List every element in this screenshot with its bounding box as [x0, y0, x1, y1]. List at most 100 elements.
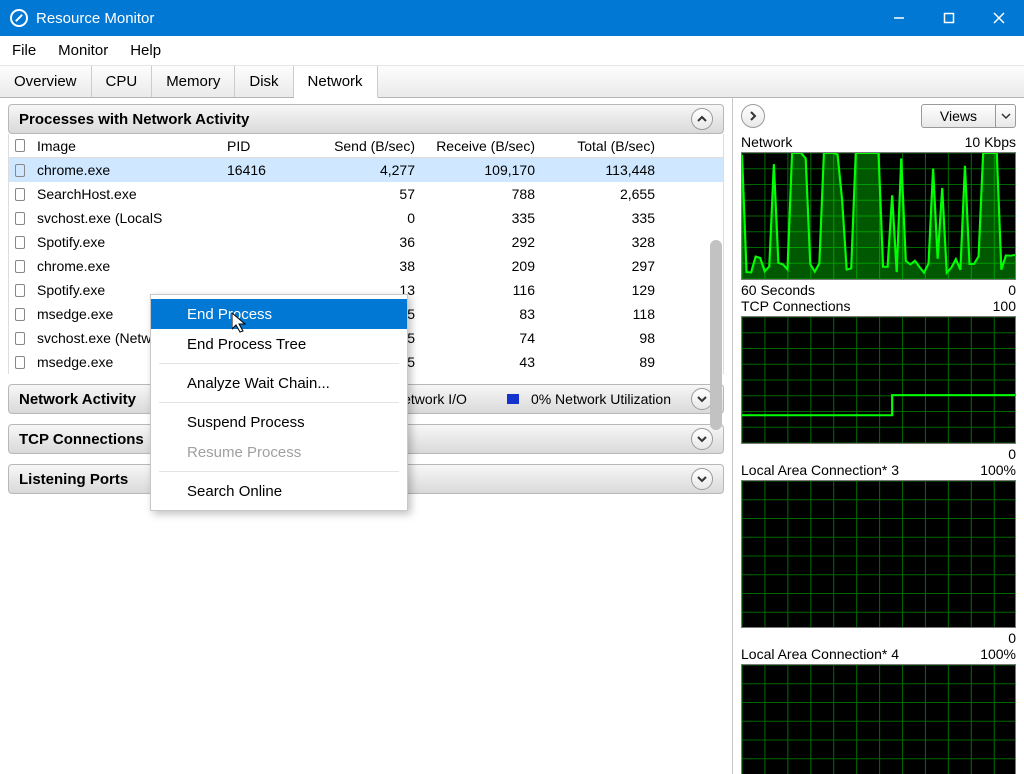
views-dropdown[interactable]: Views	[921, 104, 1016, 128]
tab-disk[interactable]: Disk	[235, 66, 293, 97]
cell-send: 36	[301, 234, 421, 250]
collapse-icon[interactable]	[691, 108, 713, 130]
cell-total: 118	[541, 306, 661, 322]
menu-item[interactable]: End Process	[151, 299, 407, 329]
row-checkbox[interactable]	[9, 236, 31, 249]
vertical-scrollbar[interactable]	[708, 140, 724, 480]
tab-memory[interactable]: Memory	[152, 66, 235, 97]
table-row[interactable]: SearchHost.exe577882,655	[9, 182, 723, 206]
context-menu: End ProcessEnd Process Tree Analyze Wait …	[150, 294, 408, 511]
cell-recv: 335	[421, 210, 541, 226]
views-toolbar: Views	[741, 104, 1016, 128]
menu-monitor[interactable]: Monitor	[58, 42, 108, 59]
cell-pid: 16416	[221, 162, 301, 178]
menu-file[interactable]: File	[12, 42, 36, 59]
titlebar: Resource Monitor	[0, 0, 1024, 36]
legend2-color	[507, 394, 519, 404]
cell-send: 57	[301, 186, 421, 202]
cell-image: chrome.exe	[31, 162, 221, 178]
row-checkbox[interactable]	[9, 188, 31, 201]
chart-block: TCP Connections100 0	[741, 298, 1016, 462]
row-checkbox[interactable]	[9, 260, 31, 273]
tab-cpu[interactable]: CPU	[92, 66, 153, 97]
minimize-button[interactable]	[874, 0, 924, 36]
header-checkbox[interactable]	[9, 139, 31, 152]
row-checkbox[interactable]	[9, 164, 31, 177]
cell-total: 98	[541, 330, 661, 346]
menu-item[interactable]: Suspend Process	[151, 407, 407, 437]
chart-title: Local Area Connection* 3	[741, 462, 980, 478]
table-row[interactable]: svchost.exe (LocalS0335335	[9, 206, 723, 230]
right-pane: Views Network10 Kbps60 Seconds0TCP Conne…	[732, 98, 1024, 774]
col-send[interactable]: Send (B/sec)	[301, 138, 421, 154]
menu-help[interactable]: Help	[130, 42, 161, 59]
table-row[interactable]: chrome.exe164164,277109,170113,448	[9, 158, 723, 182]
chevron-right-button[interactable]	[741, 104, 765, 128]
cell-total: 335	[541, 210, 661, 226]
chevron-down-icon	[995, 105, 1015, 127]
views-label: Views	[922, 108, 995, 124]
menu-item[interactable]: Analyze Wait Chain...	[151, 368, 407, 398]
cell-image: chrome.exe	[31, 258, 221, 274]
chart-canvas	[741, 152, 1016, 280]
chart-block: Network10 Kbps60 Seconds0	[741, 134, 1016, 298]
tab-overview[interactable]: Overview	[0, 66, 92, 97]
col-image[interactable]: Image	[31, 138, 221, 154]
network-activity-title: Network Activity	[19, 391, 136, 408]
scrollbar-thumb[interactable]	[710, 240, 722, 430]
app-icon	[10, 9, 28, 27]
table-row[interactable]: Spotify.exe 36292328	[9, 230, 723, 254]
cell-total: 89	[541, 354, 661, 370]
processes-header[interactable]: Processes with Network Activity	[8, 104, 724, 134]
cell-image: SearchHost.exe	[31, 186, 221, 202]
row-checkbox[interactable]	[9, 284, 31, 297]
cell-image: svchost.exe (LocalS	[31, 210, 221, 226]
tabbar: Overview CPU Memory Disk Network	[0, 66, 1024, 98]
menu-separator	[159, 402, 399, 403]
chart-title: Local Area Connection* 4	[741, 646, 980, 662]
col-total[interactable]: Total (B/sec)	[541, 138, 661, 154]
menu-separator	[159, 363, 399, 364]
maximize-button[interactable]	[924, 0, 974, 36]
left-pane: Processes with Network Activity Image PI…	[0, 98, 732, 774]
listening-ports-title: Listening Ports	[19, 471, 128, 488]
menubar: File Monitor Help	[0, 36, 1024, 66]
cell-total: 297	[541, 258, 661, 274]
row-checkbox[interactable]	[9, 356, 31, 369]
chart-block: Local Area Connection* 3100% 0	[741, 462, 1016, 646]
row-checkbox[interactable]	[9, 332, 31, 345]
table-row[interactable]: chrome.exe38209297	[9, 254, 723, 278]
menu-item: Resume Process	[151, 437, 407, 467]
processes-title: Processes with Network Activity	[19, 111, 249, 128]
menu-item[interactable]: Search Online	[151, 476, 407, 506]
row-checkbox[interactable]	[9, 308, 31, 321]
close-button[interactable]	[974, 0, 1024, 36]
cell-image: Spotify.exe	[31, 234, 221, 250]
chart-title: Network	[741, 134, 965, 150]
menu-item[interactable]: End Process Tree	[151, 329, 407, 359]
col-recv[interactable]: Receive (B/sec)	[421, 138, 541, 154]
chart-footer-right: 0	[1008, 630, 1016, 646]
chart-footer-right: 0	[1008, 282, 1016, 298]
chart-footer-left	[741, 630, 1008, 646]
cell-recv: 74	[421, 330, 541, 346]
tab-network[interactable]: Network	[294, 66, 378, 98]
chart-footer-left: 60 Seconds	[741, 282, 1008, 298]
col-pid[interactable]: PID	[221, 138, 301, 154]
cell-total: 328	[541, 234, 661, 250]
chart-canvas	[741, 664, 1016, 774]
chart-scale: 100	[993, 298, 1016, 314]
cell-recv: 788	[421, 186, 541, 202]
cell-recv: 109,170	[421, 162, 541, 178]
chart-title: TCP Connections	[741, 298, 993, 314]
legend2-text: 0% Network Utilization	[531, 391, 671, 407]
chart-scale: 100%	[980, 646, 1016, 662]
cell-send: 38	[301, 258, 421, 274]
cell-recv: 43	[421, 354, 541, 370]
cell-recv: 292	[421, 234, 541, 250]
cell-send: 0	[301, 210, 421, 226]
chart-scale: 100%	[980, 462, 1016, 478]
row-checkbox[interactable]	[9, 212, 31, 225]
cell-recv: 83	[421, 306, 541, 322]
chart-footer-right: 0	[1008, 446, 1016, 462]
